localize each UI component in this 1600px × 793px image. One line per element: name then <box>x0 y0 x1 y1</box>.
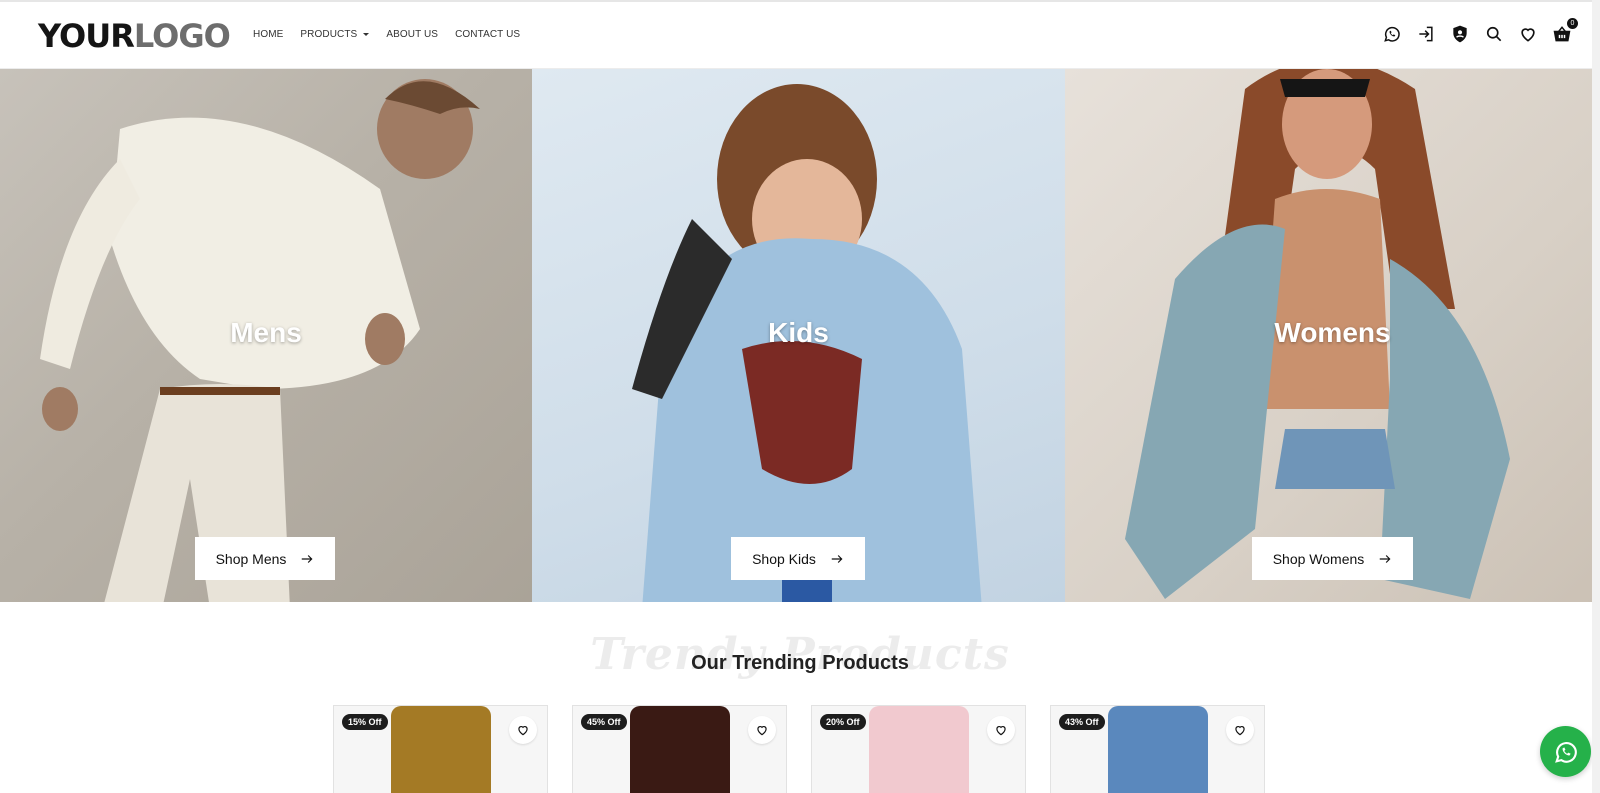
wishlist-button[interactable] <box>509 716 537 744</box>
hero-title-mens: Mens <box>230 317 302 348</box>
whatsapp-icon[interactable] <box>1382 24 1402 44</box>
heart-icon <box>1235 726 1245 736</box>
section-title: Our Trending Products <box>691 652 909 674</box>
search-icon[interactable] <box>1484 24 1504 44</box>
site-header: YOUR LOGO HOME PRODUCTS ABOUT US CONTACT… <box>0 0 1600 69</box>
product-grid: 15% Off 45% Off 20% Off 43% Off <box>333 705 1265 793</box>
shop-kids-button[interactable]: Shop Kids <box>731 537 865 580</box>
hero-title-womens: Womens <box>1274 317 1391 348</box>
login-icon[interactable] <box>1416 24 1436 44</box>
hero-title-kids: Kids <box>768 317 829 348</box>
shield-user-icon[interactable] <box>1450 24 1470 44</box>
discount-badge: 45% Off <box>581 714 627 730</box>
product-card[interactable]: 43% Off <box>1050 705 1265 793</box>
heart-icon <box>757 726 767 736</box>
shop-mens-button[interactable]: Shop Mens <box>195 537 335 580</box>
site-logo[interactable]: YOUR LOGO <box>38 16 231 56</box>
discount-badge: 43% Off <box>1059 714 1105 730</box>
shop-mens-label: Shop Mens <box>215 550 287 567</box>
heart-icon <box>518 726 528 736</box>
product-card[interactable]: 45% Off <box>572 705 787 793</box>
nav-contact-label: CONTACT US <box>455 29 521 40</box>
nav-contact-us[interactable]: CONTACT US <box>455 29 520 40</box>
product-card[interactable]: 20% Off <box>811 705 1026 793</box>
shop-womens-label: Shop Womens <box>1272 550 1365 567</box>
product-image <box>868 706 969 793</box>
cart-count-badge: 0 <box>1567 18 1578 29</box>
discount-badge: 15% Off <box>342 714 388 730</box>
nav-home[interactable]: HOME <box>253 29 283 40</box>
hero-panel-kids[interactable]: Kids Shop Kids <box>532 69 1065 602</box>
wishlist-button[interactable] <box>1226 716 1254 744</box>
logo-text-your: YOUR <box>38 17 135 55</box>
caret-down-icon <box>363 33 370 36</box>
arrow-right-icon <box>302 554 313 563</box>
nav-products[interactable]: PRODUCTS <box>300 29 370 40</box>
nav-about-label: ABOUT US <box>386 29 439 40</box>
shop-kids-label: Shop Kids <box>752 550 816 567</box>
basket-icon[interactable]: 0 <box>1552 18 1578 44</box>
product-image <box>629 706 730 793</box>
heart-icon <box>996 726 1006 736</box>
product-image <box>390 706 491 793</box>
hero-panel-mens[interactable]: Mens Shop Mens <box>0 69 532 602</box>
wishlist-button[interactable] <box>748 716 776 744</box>
wishlist-button[interactable] <box>987 716 1015 744</box>
hero-panel-womens[interactable]: Womens Shop Womens <box>1065 69 1600 602</box>
nav-home-label: HOME <box>253 29 284 40</box>
arrow-right-icon <box>831 554 843 563</box>
whatsapp-float-button[interactable] <box>1540 726 1591 777</box>
nav-about-us[interactable]: ABOUT US <box>386 29 438 40</box>
nav-products-label: PRODUCTS <box>300 29 358 40</box>
whatsapp-icon <box>1554 741 1577 763</box>
shop-womens-button[interactable]: Shop Womens <box>1252 537 1413 580</box>
page-scrollbar[interactable] <box>1592 0 1600 793</box>
page: YOUR LOGO HOME PRODUCTS ABOUT US CONTACT… <box>0 0 1600 793</box>
heart-icon[interactable] <box>1518 24 1538 44</box>
product-image <box>1107 706 1208 793</box>
header-icons: 0 <box>1382 18 1578 44</box>
logo-text-logo: LOGO <box>133 17 231 55</box>
main-nav: HOME PRODUCTS ABOUT US CONTACT US <box>253 29 537 40</box>
product-card[interactable]: 15% Off <box>333 705 548 793</box>
category-hero: Mens Shop Mens Kids Shop Kids Womens Sho… <box>0 69 1600 602</box>
arrow-right-icon <box>1380 554 1391 563</box>
discount-badge: 20% Off <box>820 714 866 730</box>
